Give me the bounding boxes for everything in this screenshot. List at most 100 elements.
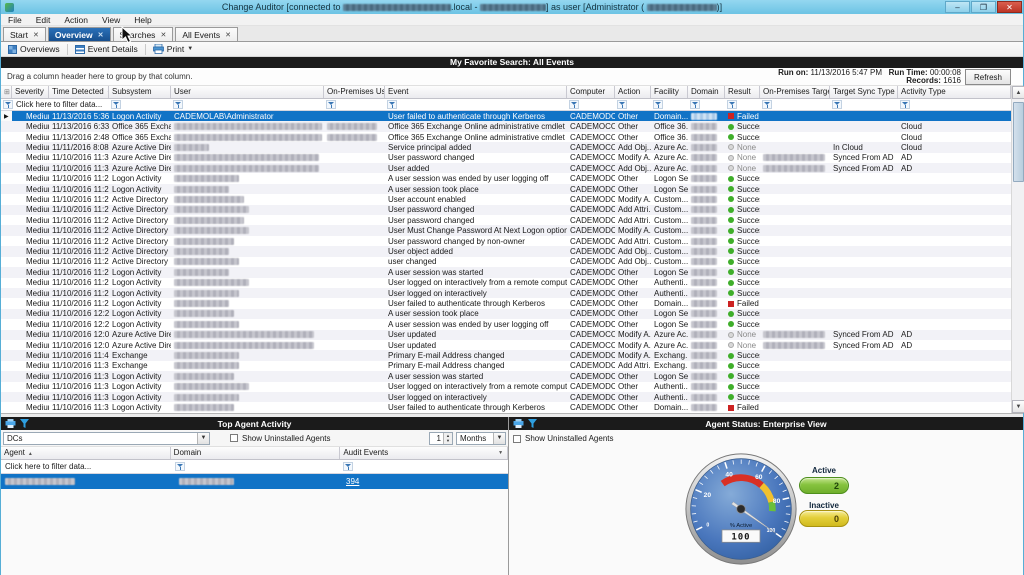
column-header-on-premises-user[interactable]: On-Premises User — [324, 86, 385, 98]
filter-icon[interactable] — [175, 462, 185, 471]
tab-searches[interactable]: Searches✕ — [113, 27, 174, 41]
refresh-button[interactable]: Refresh — [965, 69, 1011, 85]
menu-edit[interactable]: Edit — [29, 14, 58, 26]
filter-icon[interactable] — [617, 100, 627, 109]
filter-icon[interactable] — [111, 100, 121, 109]
tab-start[interactable]: Start✕ — [3, 27, 46, 41]
close-button[interactable]: ✕ — [997, 1, 1022, 13]
table-row[interactable]: Medium11/10/2016 12:28...Logon ActivityA… — [1, 309, 1011, 319]
table-row[interactable]: Medium11/10/2016 11:39...ExchangePrimary… — [1, 361, 1011, 371]
tab-all-events[interactable]: All Events✕ — [175, 27, 238, 41]
table-row[interactable]: Medium11/10/2016 11:25...Active Director… — [1, 194, 1011, 204]
column-header-user[interactable]: User — [171, 86, 324, 98]
close-tab-icon[interactable]: ✕ — [160, 31, 166, 39]
table-row[interactable]: Medium11/13/2016 6:33...Office 365 Excha… — [1, 121, 1011, 131]
filter-hint[interactable]: Click here to filter data... — [1, 462, 167, 471]
grid-filter-row[interactable]: Click here to filter data... — [1, 99, 1011, 111]
table-row[interactable]: Medium11/10/2016 11:25...Active Director… — [1, 215, 1011, 225]
filter-icon[interactable] — [900, 100, 910, 109]
table-row[interactable]: Medium11/10/2016 11:25...Logon ActivityA… — [1, 173, 1011, 183]
filter-icon[interactable] — [762, 100, 772, 109]
table-row[interactable]: Medium11/10/2016 11:40...ExchangePrimary… — [1, 350, 1011, 360]
show-uninstalled-checkbox[interactable] — [513, 435, 521, 443]
column-header-computer[interactable]: Computer — [567, 86, 615, 98]
filter-cell[interactable] — [109, 99, 171, 111]
close-tab-icon[interactable]: ✕ — [98, 31, 104, 39]
filter-icon[interactable] — [20, 419, 29, 428]
filter-icon[interactable] — [653, 100, 663, 109]
filter-cell[interactable] — [615, 99, 651, 111]
minimize-button[interactable]: – — [945, 1, 970, 13]
table-row[interactable]: Medium11/10/2016 11:25...Active Director… — [1, 257, 1011, 267]
period-unit-select[interactable]: Months▼ — [456, 432, 506, 445]
agent-scope-select[interactable]: DCs▼ — [3, 432, 210, 445]
filter-icon[interactable] — [569, 100, 579, 109]
menu-view[interactable]: View — [95, 14, 127, 26]
column-header-activity-type[interactable]: Activity Type — [898, 86, 1011, 98]
table-row[interactable]: Medium11/10/2016 12:28...Logon ActivityA… — [1, 319, 1011, 329]
print-icon[interactable] — [5, 419, 16, 428]
table-row[interactable]: Medium11/10/2016 11:23...Logon ActivityU… — [1, 288, 1011, 298]
filter-cell[interactable] — [688, 99, 725, 111]
filter-icon[interactable] — [690, 100, 700, 109]
filter-icon[interactable] — [387, 100, 397, 109]
filter-cell[interactable] — [567, 99, 615, 111]
table-row[interactable]: Medium11/10/2016 11:25...Active Director… — [1, 225, 1011, 235]
audit-events-link[interactable]: 394 — [346, 477, 359, 486]
tab-overview[interactable]: Overview✕ — [48, 27, 111, 41]
column-header-audit-events[interactable]: Audit Events▼ — [340, 447, 508, 459]
spin-down-icon[interactable]: ▼ — [444, 438, 452, 444]
scroll-down-icon[interactable]: ▼ — [1012, 400, 1024, 413]
table-row[interactable]: Medium11/10/2016 11:36...Azure Active Di… — [1, 153, 1011, 163]
filter-cell[interactable] — [830, 99, 898, 111]
column-header-severity[interactable]: Severity — [12, 86, 49, 98]
show-uninstalled-checkbox[interactable] — [230, 434, 238, 442]
filter-cell[interactable] — [324, 99, 385, 111]
menu-action[interactable]: Action — [57, 14, 95, 26]
table-row[interactable]: Medium11/10/2016 11:39...Logon ActivityU… — [1, 382, 1011, 392]
close-tab-icon[interactable]: ✕ — [225, 31, 231, 39]
print-icon[interactable] — [513, 419, 524, 428]
filter-cell[interactable] — [651, 99, 688, 111]
filter-cell[interactable] — [898, 99, 1011, 111]
filter-icon[interactable] — [832, 100, 842, 109]
agent-row-selected[interactable]: 394 — [1, 474, 508, 489]
filter-icon[interactable] — [727, 100, 737, 109]
table-row[interactable]: Medium11/10/2016 11:23...Logon ActivityU… — [1, 298, 1011, 308]
filter-icon[interactable] — [3, 100, 13, 109]
overviews-button[interactable]: Overviews — [1, 42, 67, 57]
column-header-domain[interactable]: Domain — [171, 447, 341, 459]
filter-cell[interactable] — [385, 99, 567, 111]
close-tab-icon[interactable]: ✕ — [33, 31, 39, 39]
grid-vertical-scrollbar[interactable]: ▲ ▼ — [1011, 86, 1024, 413]
column-header-facility[interactable]: Facility — [651, 86, 688, 98]
print-button[interactable]: Print▼ — [146, 42, 200, 57]
column-header-result[interactable]: Result — [725, 86, 760, 98]
table-row[interactable]: Medium11/10/2016 11:25...Active Director… — [1, 236, 1011, 246]
filter-icon[interactable] — [528, 419, 537, 428]
table-row[interactable]: Medium11/10/2016 11:23...Logon ActivityU… — [1, 278, 1011, 288]
table-row[interactable]: Medium11/10/2016 11:23...Logon ActivityA… — [1, 267, 1011, 277]
table-row[interactable]: Medium11/11/2016 8:08...Azure Active Dir… — [1, 142, 1011, 152]
filter-hint[interactable]: Click here to filter data... — [16, 100, 102, 109]
column-header-time-detected[interactable]: Time Detected▼ — [49, 86, 109, 98]
table-row[interactable]: Medium11/10/2016 11:35...Azure Active Di… — [1, 163, 1011, 173]
table-row[interactable]: Medium11/13/2016 2:48...Office 365 Excha… — [1, 132, 1011, 142]
column-header-action[interactable]: Action — [615, 86, 651, 98]
event-details-button[interactable]: Event Details — [68, 42, 145, 57]
grid-filter-hint-cell[interactable]: Click here to filter data... — [1, 99, 109, 111]
column-header-target-sync-type[interactable]: Target Sync Type — [830, 86, 898, 98]
table-row[interactable]: Medium11/10/2016 12:04...Azure Active Di… — [1, 340, 1011, 350]
table-row[interactable]: Medium11/10/2016 11:38...Logon ActivityU… — [1, 402, 1011, 412]
table-row[interactable]: Medium11/10/2016 12:04...Azure Active Di… — [1, 330, 1011, 340]
filter-icon[interactable] — [343, 462, 353, 471]
filter-icon[interactable] — [326, 100, 336, 109]
menu-help[interactable]: Help — [127, 14, 158, 26]
column-header-domain[interactable]: Domain — [688, 86, 725, 98]
table-row[interactable]: Medium11/10/2016 11:25...Logon ActivityA… — [1, 184, 1011, 194]
filter-icon[interactable] — [173, 100, 183, 109]
filter-cell[interactable] — [725, 99, 760, 111]
table-row[interactable]: ▶Medium11/13/2016 5:36...Logon ActivityC… — [1, 111, 1011, 121]
period-value-stepper[interactable]: 1▲▼ — [429, 432, 453, 445]
table-row[interactable]: Medium11/10/2016 11:25...Active Director… — [1, 205, 1011, 215]
